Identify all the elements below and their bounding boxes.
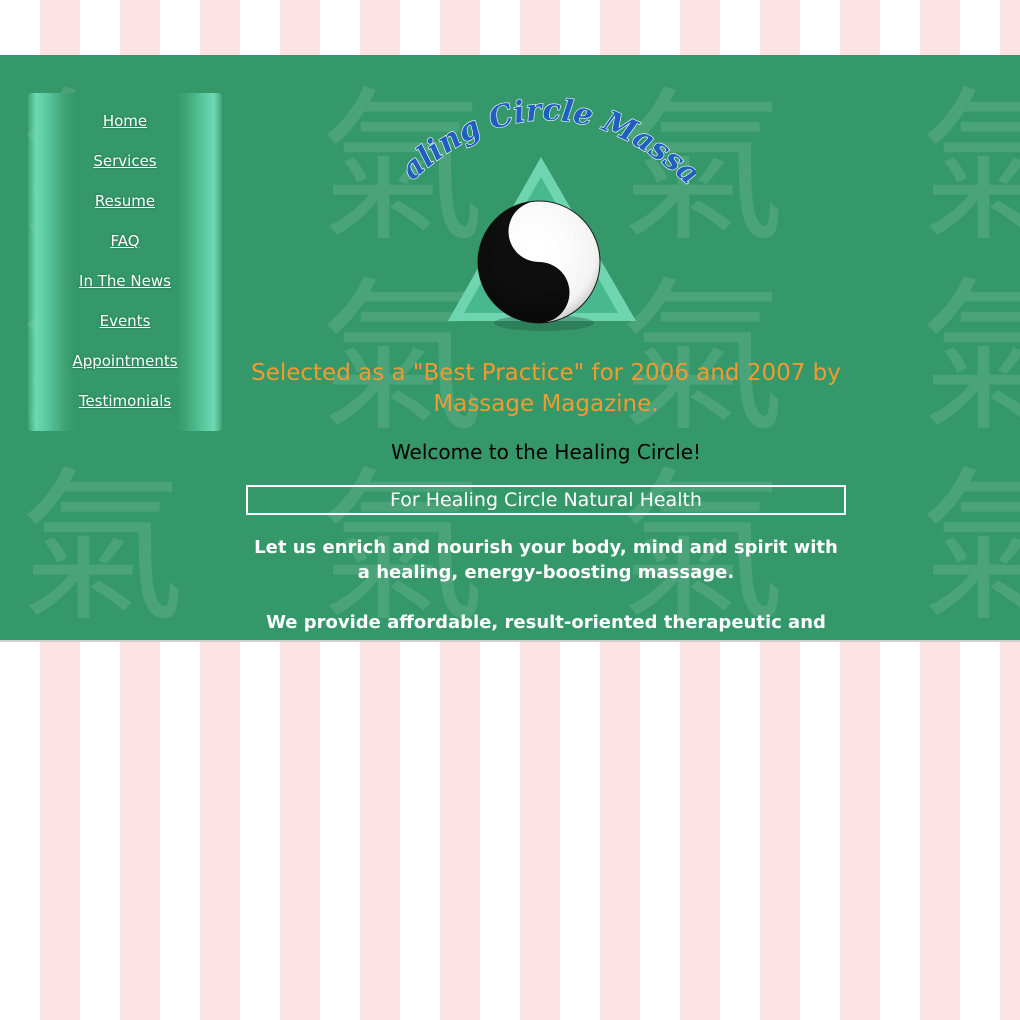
nav-link-in-the-news[interactable]: In The News — [79, 272, 171, 290]
natural-health-title-box: For Healing Circle Natural Health — [246, 485, 846, 515]
nav-item-events: Events — [28, 311, 222, 351]
nav-link-services[interactable]: Services — [93, 152, 156, 170]
main-panel: 氣 Home Services Resume FAQ In The News E… — [0, 55, 1020, 642]
nav-item-resume: Resume — [28, 191, 222, 231]
nav-link-resume[interactable]: Resume — [95, 192, 155, 210]
nav-link-home[interactable]: Home — [103, 112, 147, 130]
healing-circle-logo: Healing Circle Massage — [396, 85, 696, 331]
intro-paragraph: Let us enrich and nourish your body, min… — [254, 537, 838, 583]
nav-link-appointments[interactable]: Appointments — [72, 352, 177, 370]
nav-item-in-the-news: In The News — [28, 271, 222, 311]
nav-link-faq[interactable]: FAQ — [110, 232, 139, 250]
nav-link-testimonials[interactable]: Testimonials — [79, 392, 171, 410]
sidebar-nav: Home Services Resume FAQ In The News Eve… — [28, 93, 222, 431]
nav-link-events[interactable]: Events — [100, 312, 151, 330]
nav-item-appointments: Appointments — [28, 351, 222, 391]
nav-item-testimonials: Testimonials — [28, 391, 222, 431]
best-practice-award-text: Selected as a "Best Practice" for 2006 a… — [251, 360, 841, 417]
nav-item-services: Services — [28, 151, 222, 191]
welcome-heading: Welcome to the Healing Circle! — [390, 440, 702, 464]
nav-item-home: Home — [28, 111, 222, 151]
services-paragraph: We provide affordable, result-oriented t… — [266, 612, 826, 633]
nav-item-faq: FAQ — [28, 231, 222, 271]
